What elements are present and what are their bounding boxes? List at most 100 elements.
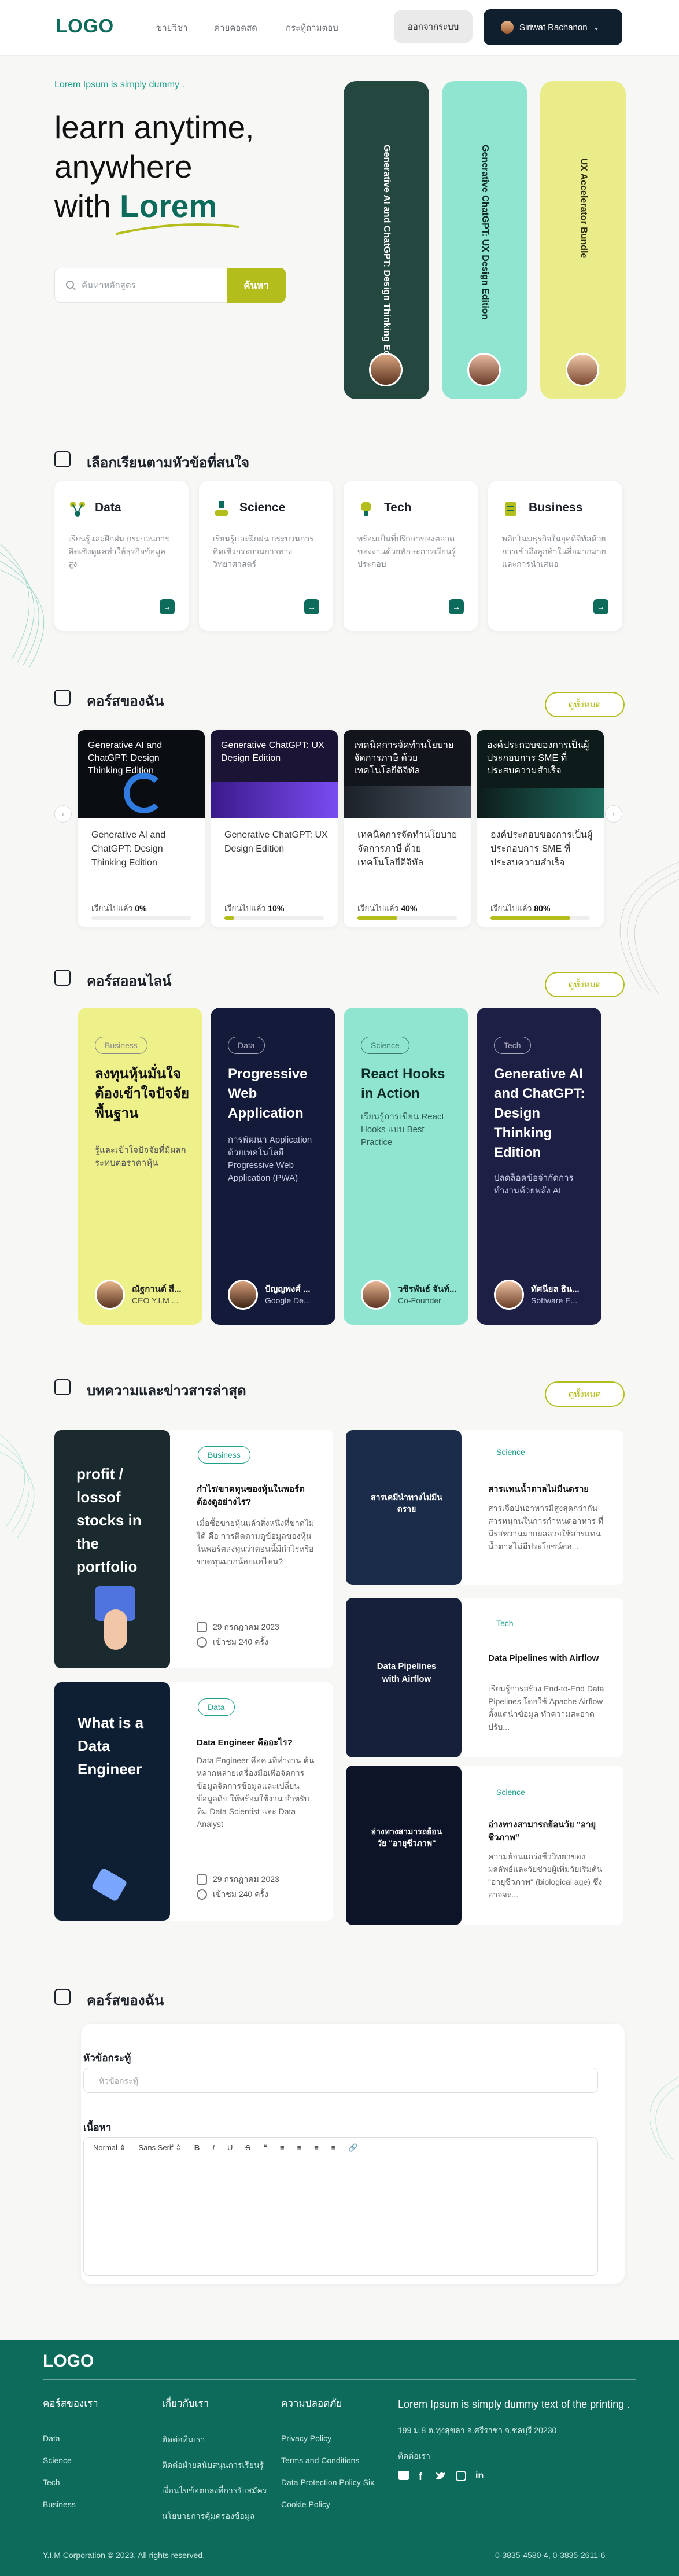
online-course-card-1[interactable]: Business ลงทุนหุ้นมั่นใจ ต้องเข้าใจปัจจั… (78, 1008, 202, 1325)
user-menu-button[interactable]: Siriwat Rachanon ⌄ (484, 9, 622, 45)
footer-link[interactable]: Science (43, 2456, 158, 2465)
nav-link-courses[interactable]: ขายวิชา (156, 21, 188, 35)
see-all-articles-button[interactable]: ดูทั้งหมด (545, 1381, 625, 1407)
align-right-icon[interactable]: ≡ (331, 2143, 336, 2152)
search-button[interactable]: ค้นหา (227, 268, 286, 303)
hero-course-pill-2[interactable]: Generative ChatGPT: UX Design Edition (442, 81, 527, 399)
article-cover[interactable]: Data Pipelines with Airflow (346, 1598, 462, 1757)
italic-icon[interactable]: I (212, 2143, 215, 2152)
hero-course-pill-3[interactable]: UX Accelerator Bundle (540, 81, 626, 399)
footer-divider (43, 2379, 636, 2380)
footer-link[interactable]: Cookie Policy (281, 2500, 379, 2509)
article-badge: Data (198, 1698, 235, 1716)
link-icon[interactable]: 🔗 (348, 2143, 357, 2153)
carousel-prev-button[interactable]: ‹ (54, 805, 72, 823)
article-cover-text: profit / lossof stocks in the portfolio (76, 1465, 142, 1575)
topic-input[interactable]: หัวข้อกระทู้ (83, 2068, 598, 2093)
twitter-icon[interactable] (435, 2471, 446, 2481)
instagram-icon[interactable] (456, 2471, 466, 2481)
online-course-card-2[interactable]: Data Progressive Web Application การพัฒน… (211, 1008, 335, 1325)
site-footer: LOGO คอร์สของเรา Data Science Tech Busin… (0, 2340, 679, 2576)
category-card-tech[interactable]: Tech พร้อมเป็นที่ปรึกษาของตลาดของงานด้วย… (344, 481, 478, 631)
hero-course-pill-1[interactable]: Generative AI and ChatGPT: Design Thinki… (344, 81, 429, 399)
article-cover[interactable]: What is a Data Engineer (54, 1682, 170, 1921)
category-card-science[interactable]: Science เรียนรู้และฝึกฝน กระบวนการคิดเชิ… (199, 481, 333, 631)
course-desc: การพัฒนา Application ด้วยเทคโนโลยี Progr… (228, 1135, 312, 1183)
my-course-card-3[interactable]: เทคนิคการจัดทำนโยบายจัดการภาษี ด้วยเทคโน… (344, 730, 471, 927)
nav-link-camp[interactable]: ค่ายคอดสด (214, 21, 257, 35)
bold-icon[interactable]: B (194, 2143, 200, 2152)
course-title: Generative AI and ChatGPT: Design Thinki… (91, 830, 166, 868)
arrow-right-icon[interactable]: → (304, 599, 319, 614)
course-search-input[interactable]: ค้นหาหลักสูตร (54, 268, 228, 303)
footer-link[interactable]: Tech (43, 2478, 158, 2487)
instructor-avatar (228, 1280, 258, 1310)
article-card[interactable]: Tech Data Pipelines with Airflow เรียนรู… (462, 1598, 623, 1757)
style-select-value: Normal (93, 2143, 117, 2152)
course-desc: ปลดล็อคข้อจำกัดการทำงานด้วยพลัง AI (494, 1173, 574, 1196)
footer-link[interactable]: ติดต่อฝ่ายสนับสนุนการเรียนรู้ (162, 2459, 278, 2472)
hero-title-line1: learn anytime, (54, 109, 254, 145)
my-course-card-2[interactable]: Generative ChatGPT: UX Design Edition Ge… (211, 730, 338, 927)
footer-link[interactable]: Data Protection Policy Six (281, 2478, 379, 2487)
instructor-role: Google De... (265, 1296, 311, 1305)
article-card[interactable]: Business กำไร/ขาดทุนของหุ้นในพอร์ต ต้องด… (170, 1430, 333, 1668)
article-card[interactable]: Data Data Engineer คืออะไร? Data Enginee… (170, 1682, 333, 1921)
post-form: หัวข้อกระทู้ หัวข้อกระทู้ เนื้อหา Normal… (81, 2024, 625, 2284)
editor-toolbar: Normal ⇕ Sans Serif ⇕ B I U S ❝ ≡ ≡ ≡ ≡ … (84, 2138, 597, 2158)
site-logo[interactable]: LOGO (56, 15, 114, 37)
content-editor[interactable]: Normal ⇕ Sans Serif ⇕ B I U S ❝ ≡ ≡ ≡ ≡ … (83, 2137, 598, 2276)
category-card-business[interactable]: Business พลิกโฉมธุรกิจในยุคดิจิทัลด้วยกา… (488, 481, 622, 631)
underline-icon[interactable]: U (227, 2143, 233, 2152)
footer-link[interactable]: Data (43, 2434, 158, 2443)
online-course-card-3[interactable]: Science React Hooks in Action เรียนรู้กา… (344, 1008, 468, 1325)
article-card[interactable]: Science อ่างทางสามารถย้อนวัย "อายุชีวภาพ… (462, 1766, 623, 1925)
ordered-list-icon[interactable]: ≡ (280, 2143, 285, 2152)
footer-column-about: เกี่ยวกับเรา ติดต่อทีมเรา ติดต่อฝ่ายสนับ… (162, 2396, 278, 2523)
strike-icon[interactable]: S (245, 2143, 250, 2152)
footer-column-courses: คอร์สของเรา Data Science Tech Business (43, 2396, 158, 2509)
category-card-data[interactable]: Data เรียนรู้และฝึกฝน กระบวนการคิดเชิงดู… (54, 481, 189, 631)
footer-link[interactable]: Business (43, 2500, 158, 2509)
course-desc: รู้และเข้าใจปัจจัยที่มีผลกระทบต่อราคาหุ้… (95, 1145, 186, 1168)
footer-link[interactable]: นโยบายการคุ้มครองข้อมูล (162, 2510, 278, 2523)
article-cover[interactable]: profit / lossof stocks in the portfolio (54, 1430, 170, 1668)
footer-link[interactable]: Terms and Conditions (281, 2456, 379, 2465)
article-cover[interactable]: อ่างทางสามารถย้อนวัย "อายุชีวภาพ" (346, 1766, 462, 1925)
tech-icon (361, 502, 371, 516)
carousel-next-button[interactable]: › (605, 805, 622, 823)
footer-link[interactable]: ติดต่อทีมเรา (162, 2434, 278, 2446)
course-cover: องค์ประกอบของการเป็นผู้ประกอบการ SME ที่… (477, 730, 604, 818)
article-cover[interactable]: สารเคมีนำทางไม่มีนตราย (346, 1430, 462, 1585)
article-card[interactable]: Science สารแทนน้ำตาลไม่มีนตราย สารเจือปน… (462, 1430, 623, 1585)
footer-logo[interactable]: LOGO (43, 2352, 94, 2371)
online-course-card-4[interactable]: Tech Generative AI and ChatGPT: Design T… (477, 1008, 601, 1325)
section-icon (54, 1989, 71, 2005)
bullet-list-icon[interactable]: ≡ (297, 2143, 302, 2152)
article-desc: ความย้อนแกร่งชีววิทยาของผลลัพธ์และวัยช่ว… (488, 1852, 603, 1899)
facebook-icon[interactable]: f (419, 2471, 426, 2482)
youtube-icon[interactable] (398, 2471, 409, 2480)
course-cover-text: Generative ChatGPT: UX Design Edition (221, 740, 324, 763)
social-links: f in (398, 2471, 636, 2482)
course-badge: Science (361, 1037, 409, 1054)
my-course-card-4[interactable]: องค์ประกอบของการเป็นผู้ประกอบการ SME ที่… (477, 730, 604, 927)
see-all-online-courses-button[interactable]: ดูทั้งหมด (545, 972, 625, 997)
footer-link[interactable]: Privacy Policy (281, 2434, 379, 2443)
quote-icon[interactable]: ❝ (263, 2143, 267, 2153)
nav-link-forum[interactable]: กระทู้ถามตอบ (286, 21, 338, 35)
arrow-right-icon[interactable]: → (593, 599, 608, 614)
style-select[interactable]: Normal ⇕ (93, 2143, 126, 2153)
my-course-card-1[interactable]: Generative AI and ChatGPT: Design Thinki… (78, 730, 205, 927)
align-left-icon[interactable]: ≡ (314, 2143, 319, 2152)
logout-button[interactable]: ออกจากระบบ (394, 10, 473, 43)
see-all-my-courses-button[interactable]: ดูทั้งหมด (545, 692, 625, 717)
course-cover-text: Generative AI and ChatGPT: Design Thinki… (88, 740, 163, 776)
course-progress: เรียนไปแล้ว 80% (490, 902, 550, 915)
course-title: เทคนิคการจัดทำนโยบายจัดการภาษี ด้วยเทคโน… (357, 830, 457, 868)
arrow-right-icon[interactable]: → (449, 599, 464, 614)
footer-link[interactable]: เงื่อนไขข้อตกลงที่การรับสมัคร (162, 2485, 278, 2497)
linkedin-icon[interactable]: in (475, 2471, 484, 2482)
font-select[interactable]: Sans Serif ⇕ (138, 2143, 182, 2153)
arrow-right-icon[interactable]: → (160, 599, 175, 614)
